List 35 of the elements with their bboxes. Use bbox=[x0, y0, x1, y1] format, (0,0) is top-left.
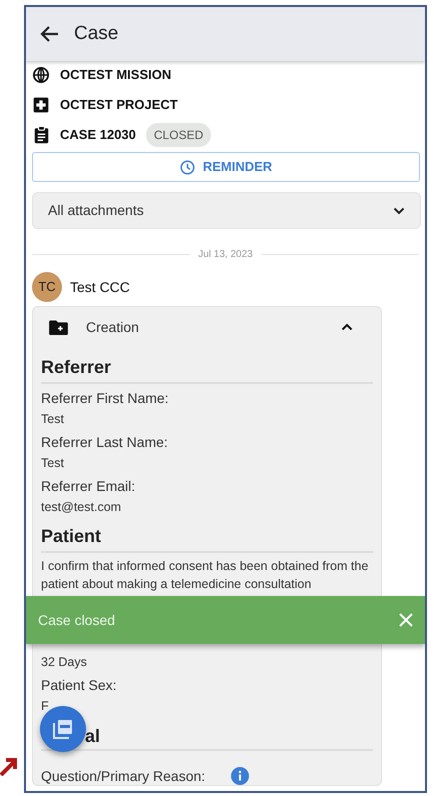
info-label: OCTEST MISSION bbox=[60, 66, 172, 84]
status-badge: CLOSED bbox=[146, 123, 212, 147]
field-value: 32 Days bbox=[41, 654, 88, 671]
field-label: Question/Primary Reason: bbox=[41, 767, 206, 786]
clipboard-icon bbox=[34, 126, 48, 144]
close-icon[interactable] bbox=[399, 613, 413, 627]
field-label: Referrer Email: bbox=[41, 477, 136, 496]
info-label: CASE 12030 bbox=[60, 126, 136, 144]
field-label: Referrer First Name: bbox=[41, 389, 169, 408]
info-label: OCTEST PROJECT bbox=[60, 96, 178, 114]
medical-cross-icon bbox=[33, 97, 49, 113]
reminder-button[interactable]: REMINDER bbox=[32, 152, 420, 182]
card-header[interactable]: Creation bbox=[41, 307, 373, 347]
field-value: F bbox=[41, 698, 50, 715]
field-value: Test bbox=[41, 455, 65, 472]
chevron-down-icon bbox=[393, 206, 405, 214]
section-heading: Patient bbox=[41, 524, 373, 553]
pdf-file-icon bbox=[53, 719, 73, 739]
field-value: test@test.com bbox=[41, 499, 122, 516]
arrow-icon bbox=[0, 756, 18, 776]
field-label: Patient Sex: bbox=[41, 676, 116, 695]
field-label: Referrer Last Name: bbox=[41, 433, 168, 452]
page-title: Case bbox=[74, 22, 118, 46]
globe-icon bbox=[32, 66, 50, 84]
section-heading: Referrer bbox=[41, 355, 373, 384]
clock-icon bbox=[180, 160, 195, 174]
consent-text: I confirm that informed consent has been obtained from the patient about making a telemedicine consultation bbox=[41, 558, 370, 593]
folder-plus-icon bbox=[49, 320, 68, 334]
info-icon[interactable] bbox=[231, 767, 250, 785]
date-label: Jul 13, 2023 bbox=[198, 248, 253, 262]
toast-message: Case closed bbox=[38, 610, 116, 630]
avatar: TC bbox=[32, 272, 62, 302]
attachments-dropdown[interactable]: All attachments bbox=[32, 192, 421, 229]
author-name: Test CCC bbox=[70, 278, 130, 296]
field-value: Test bbox=[41, 411, 65, 428]
